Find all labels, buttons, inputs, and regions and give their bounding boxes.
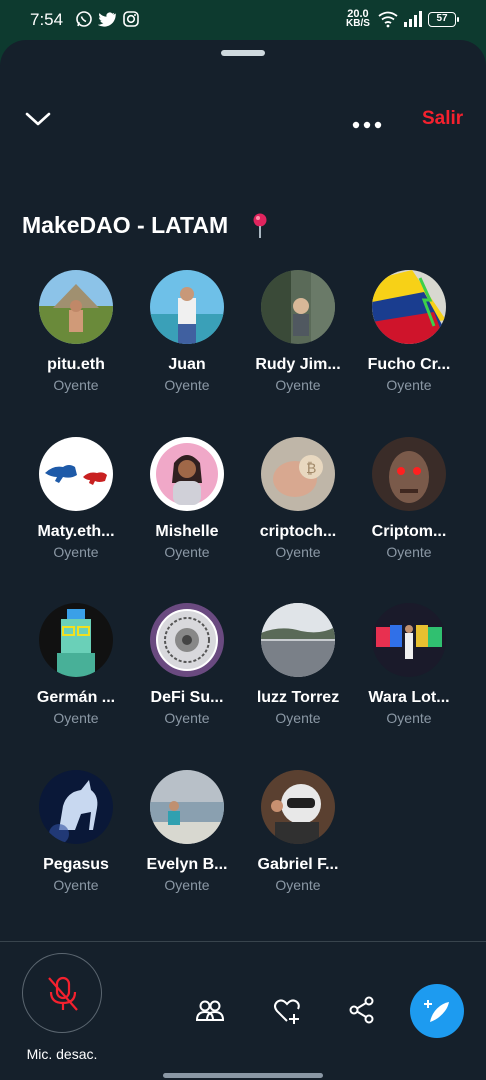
participant-name: Gabriel F...	[257, 856, 339, 873]
participant-role: Oyente	[386, 544, 432, 560]
net-speed: 20.0 KB/S	[346, 9, 370, 29]
avatar	[150, 270, 224, 344]
participant-role: Oyente	[164, 710, 210, 726]
participant-name: Wara Lot...	[368, 689, 450, 706]
svg-text:₿: ₿	[306, 461, 316, 477]
instagram-icon	[122, 10, 140, 28]
participant-role: Oyente	[53, 377, 99, 393]
participant-card[interactable]: Rudy Jim... Oyente	[243, 270, 353, 393]
participant-role: Oyente	[53, 544, 99, 560]
avatar	[150, 770, 224, 844]
participant-role: Oyente	[275, 710, 321, 726]
participant-role: Oyente	[386, 710, 432, 726]
participant-role: Oyente	[386, 377, 432, 393]
participant-card[interactable]: Evelyn B... Oyente	[132, 770, 242, 893]
avatar: ₿	[261, 437, 335, 511]
participant-card[interactable]: Fucho Cr... Oyente	[354, 270, 464, 393]
participant-card[interactable]: Wara Lot... Oyente	[354, 603, 464, 726]
participant-card[interactable]: Pegasus Oyente	[21, 770, 131, 893]
divider	[0, 941, 486, 942]
avatar	[39, 603, 113, 677]
participant-card[interactable]: Criptom... Oyente	[354, 437, 464, 560]
space-sheet: Salir MakeDAO - LATAM pitu.eth Oyente Ju…	[0, 40, 486, 1080]
participant-name: pitu.eth	[47, 356, 105, 373]
participant-name: Fucho Cr...	[367, 356, 451, 373]
gesture-nav-bar[interactable]	[163, 1073, 323, 1078]
participant-name: Maty.eth...	[37, 523, 115, 540]
avatar	[261, 603, 335, 677]
twitter-icon	[97, 10, 117, 28]
feather-plus-icon	[424, 1000, 449, 1022]
participant-name: Evelyn B...	[146, 856, 228, 873]
avatar	[39, 270, 113, 344]
pushpin-icon	[250, 212, 270, 240]
avatar	[39, 437, 113, 511]
signal-icon	[402, 10, 422, 28]
avatar	[39, 770, 113, 844]
participant-card[interactable]: Juan Oyente	[132, 270, 242, 393]
participant-name: Germán ...	[36, 689, 116, 706]
participant-name: DeFi Su...	[150, 689, 224, 706]
avatar	[150, 437, 224, 511]
participant-card[interactable]: Gabriel F... Oyente	[243, 770, 353, 893]
people-icon[interactable]	[195, 995, 225, 1025]
compose-tweet-button[interactable]	[410, 984, 464, 1038]
mic-toggle-button[interactable]	[22, 953, 102, 1033]
participant-role: Oyente	[164, 544, 210, 560]
participant-card[interactable]: luzz Torrez Oyente	[243, 603, 353, 726]
participant-card[interactable]: Mishelle Oyente	[132, 437, 242, 560]
status-bar: 7:54 20.0 KB/S 57	[0, 0, 486, 42]
participant-role: Oyente	[164, 877, 210, 893]
participant-role: Oyente	[275, 377, 321, 393]
participant-role: Oyente	[275, 877, 321, 893]
participant-role: Oyente	[53, 877, 99, 893]
participant-name: Criptom...	[371, 523, 447, 540]
avatar	[261, 770, 335, 844]
avatar	[261, 270, 335, 344]
mic-off-icon	[48, 976, 78, 1011]
participant-name: Mishelle	[155, 523, 219, 540]
avatar	[372, 437, 446, 511]
exit-button[interactable]: Salir	[422, 108, 463, 130]
participant-role: Oyente	[164, 377, 210, 393]
participant-role: Oyente	[275, 544, 321, 560]
net-speed-unit: KB/S	[346, 18, 370, 29]
participant-name: Juan	[168, 356, 206, 373]
participant-card[interactable]: pitu.eth Oyente	[21, 270, 131, 393]
battery-indicator: 57	[428, 12, 459, 27]
participant-card[interactable]: Maty.eth... Oyente	[21, 437, 131, 560]
share-icon[interactable]	[347, 995, 377, 1025]
participant-name: Pegasus	[43, 856, 109, 873]
whatsapp-icon	[75, 10, 93, 28]
participant-name: Rudy Jim...	[255, 356, 341, 373]
participant-name: luzz Torrez	[256, 689, 340, 706]
chevron-down-icon[interactable]	[24, 108, 52, 130]
heart-plus-icon[interactable]	[272, 995, 302, 1025]
participant-name: criptoch...	[259, 523, 337, 540]
avatar	[150, 603, 224, 677]
more-options-icon[interactable]	[352, 116, 382, 129]
space-title: MakeDAO - LATAM	[22, 212, 229, 238]
participant-card[interactable]: ₿ criptoch... Oyente	[243, 437, 353, 560]
drag-handle[interactable]	[221, 50, 265, 56]
avatar	[372, 270, 446, 344]
wifi-icon	[378, 10, 398, 28]
avatar	[372, 603, 446, 677]
mic-status-label: Mic. desac.	[26, 1046, 98, 1062]
participant-role: Oyente	[53, 710, 99, 726]
participant-card[interactable]: DeFi Su... Oyente	[132, 603, 242, 726]
participant-card[interactable]: Germán ... Oyente	[21, 603, 131, 726]
status-time: 7:54	[30, 10, 64, 29]
